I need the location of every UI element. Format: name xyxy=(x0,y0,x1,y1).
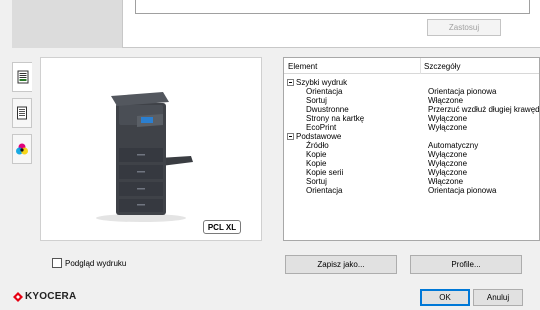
grid-group-row[interactable]: Szybki wydruk xyxy=(284,78,539,87)
grid-group-row[interactable]: Podstawowe xyxy=(284,132,539,141)
grid-row-value: Wyłączone xyxy=(428,123,468,132)
pdl-badge: PCL XL xyxy=(203,220,241,234)
grid-row-value: Orientacja pionowa xyxy=(428,186,497,195)
grid-row-value: Automatyczny xyxy=(428,141,479,150)
print-preview-label: Podgląd wydruku xyxy=(65,259,127,268)
settings-content-box xyxy=(135,0,530,14)
collapse-toggle-icon[interactable] xyxy=(287,79,294,86)
grid-row-name: Sortuj xyxy=(306,177,327,186)
tab-document[interactable] xyxy=(12,98,32,128)
grid-row-name: Kopie xyxy=(306,159,327,168)
tab-printer-settings[interactable] xyxy=(12,62,32,92)
apply-button[interactable]: Zastosuj xyxy=(427,19,501,36)
color-icon xyxy=(16,143,28,155)
grid-row-name: Orientacja xyxy=(306,87,343,96)
grid-row-name: Źródło xyxy=(306,141,329,150)
grid-row-name: EcoPrint xyxy=(306,123,337,132)
grid-row[interactable]: EcoPrint Wyłączone xyxy=(284,123,539,132)
grid-header: Element Szczegóły xyxy=(284,58,539,74)
grid-row-value: Wyłączone xyxy=(428,168,468,177)
document-icon xyxy=(17,106,27,120)
grid-row-value: Włączone xyxy=(428,96,464,105)
grid-row[interactable]: Dwustronne Przerzuć wzdłuż długiej krawęd… xyxy=(284,105,539,114)
column-separator xyxy=(420,58,421,74)
side-tabs xyxy=(12,62,32,168)
grid-row-name: Podstawowe xyxy=(296,132,342,141)
grid-row[interactable]: Orientacja Orientacja pionowa xyxy=(284,87,539,96)
grid-row[interactable]: Kopie Wyłączone xyxy=(284,159,539,168)
grid-row-value: Orientacja pionowa xyxy=(428,87,497,96)
grid-row[interactable]: Strony na kartkę Wyłączone xyxy=(284,114,539,123)
printer-settings-icon xyxy=(17,70,28,84)
ok-button[interactable]: OK xyxy=(420,289,470,306)
grid-row-name: Kopie serii xyxy=(306,168,344,177)
print-preview-checkbox[interactable] xyxy=(52,258,62,268)
grid-row-value: Wyłączone xyxy=(428,159,468,168)
grid-row[interactable]: Orientacja Orientacja pionowa xyxy=(284,186,539,195)
brand-name: KYOCERA xyxy=(25,291,77,302)
column-header-element[interactable]: Element xyxy=(288,62,317,71)
grid-row-value: Przerzuć wzdłuż długiej krawędzi xyxy=(428,105,540,114)
grid-row[interactable]: Sortuj Włączone xyxy=(284,96,539,105)
profile-button[interactable]: Profile... xyxy=(410,255,522,274)
grid-row[interactable]: Sortuj Włączone xyxy=(284,177,539,186)
grid-row-name: Orientacja xyxy=(306,186,343,195)
collapse-toggle-icon[interactable] xyxy=(287,133,294,140)
settings-grid[interactable]: Element Szczegóły Szybki wydruk Orientacj… xyxy=(283,57,540,241)
kyocera-logo-icon xyxy=(13,291,23,302)
grid-row[interactable]: Kopie Wyłączone xyxy=(284,150,539,159)
grid-row-value: Wyłączone xyxy=(428,150,468,159)
column-header-details[interactable]: Szczegóły xyxy=(424,62,460,71)
save-as-button[interactable]: Zapisz jako... xyxy=(285,255,397,274)
cancel-button[interactable]: Anuluj xyxy=(473,289,523,306)
grid-row[interactable]: Źródło Automatyczny xyxy=(284,141,539,150)
grid-row-name: Strony na kartkę xyxy=(306,114,365,123)
tab-color[interactable] xyxy=(12,134,32,164)
grid-row-value: Włączone xyxy=(428,177,464,186)
grid-row-name: Szybki wydruk xyxy=(296,78,348,87)
grid-row-value: Wyłączone xyxy=(428,114,468,123)
grid-row[interactable]: Kopie serii Wyłączone xyxy=(284,168,539,177)
brand-logo: KYOCERA xyxy=(13,291,76,302)
printer-illustration xyxy=(96,92,193,222)
grid-row-name: Dwustronne xyxy=(306,105,349,114)
grid-row-name: Sortuj xyxy=(306,96,327,105)
grid-row-name: Kopie xyxy=(306,150,327,159)
print-preview-panel xyxy=(40,57,262,241)
